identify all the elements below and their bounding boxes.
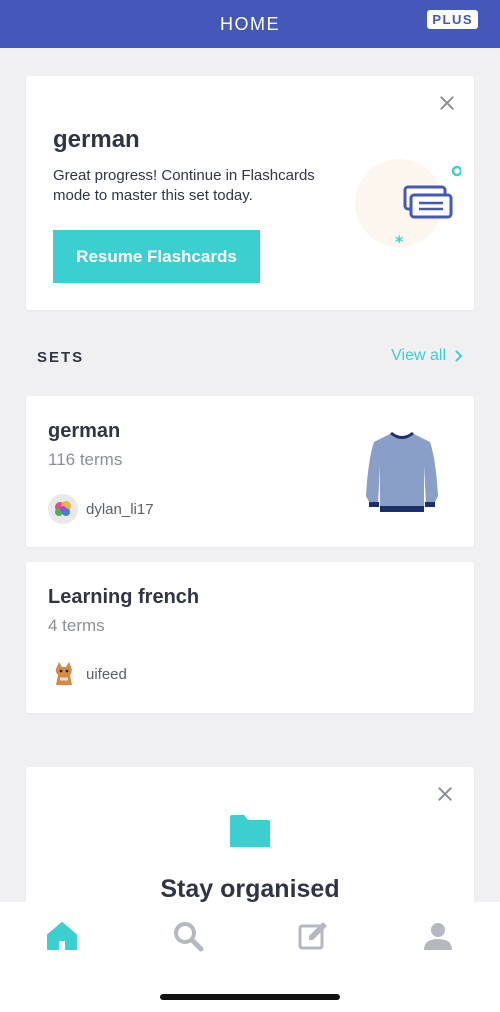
promo-description: Great progress! Continue in Flashcards m… [53, 167, 315, 204]
flashcards-illustration-icon: * [355, 159, 461, 251]
folder-icon [230, 815, 270, 847]
top-bar: HOME PLUS [0, 0, 500, 48]
plus-badge[interactable]: PLUS [427, 10, 478, 29]
stay-organised-title: Stay organised [160, 875, 340, 903]
author-name: dylan_li17 [86, 500, 154, 518]
set-title: Learning french [48, 586, 200, 608]
resume-promo-card: german Great progress! Continue in Flash… [26, 76, 474, 310]
set-card[interactable]: german 116 terms dylan_li17 [26, 396, 474, 547]
nav-home[interactable] [42, 916, 82, 956]
kitten-icon [48, 659, 78, 689]
nav-profile[interactable] [418, 916, 458, 956]
close-icon[interactable] [438, 94, 456, 112]
home-indicator[interactable] [160, 994, 340, 1000]
nav-create[interactable] [293, 916, 333, 956]
view-all-link[interactable]: View all [391, 347, 464, 365]
set-card[interactable]: Learning french 4 terms uifeed [26, 562, 474, 713]
author-name: uifeed [86, 665, 127, 683]
home-icon [47, 922, 77, 950]
set-author: uifeed [48, 659, 127, 689]
close-icon[interactable] [436, 785, 454, 803]
set-term-count: 116 terms [48, 450, 123, 469]
resume-flashcards-button[interactable]: Resume Flashcards [53, 230, 260, 283]
chevron-right-icon [455, 350, 463, 362]
search-icon [174, 922, 204, 952]
set-term-count: 4 terms [48, 616, 105, 635]
bottom-nav [0, 902, 500, 1012]
set-title: german [48, 420, 121, 442]
view-all-label: View all [391, 347, 446, 364]
sets-section-header: SETS [37, 349, 85, 366]
profile-icon [424, 923, 452, 950]
svg-text:*: * [395, 232, 404, 251]
page-title: HOME [220, 13, 280, 34]
nav-search[interactable] [168, 916, 208, 956]
brain-icon [48, 494, 78, 524]
promo-set-title: german [53, 126, 140, 153]
sweater-icon [366, 432, 438, 512]
set-author: dylan_li17 [48, 494, 154, 524]
edit-icon [298, 922, 327, 950]
